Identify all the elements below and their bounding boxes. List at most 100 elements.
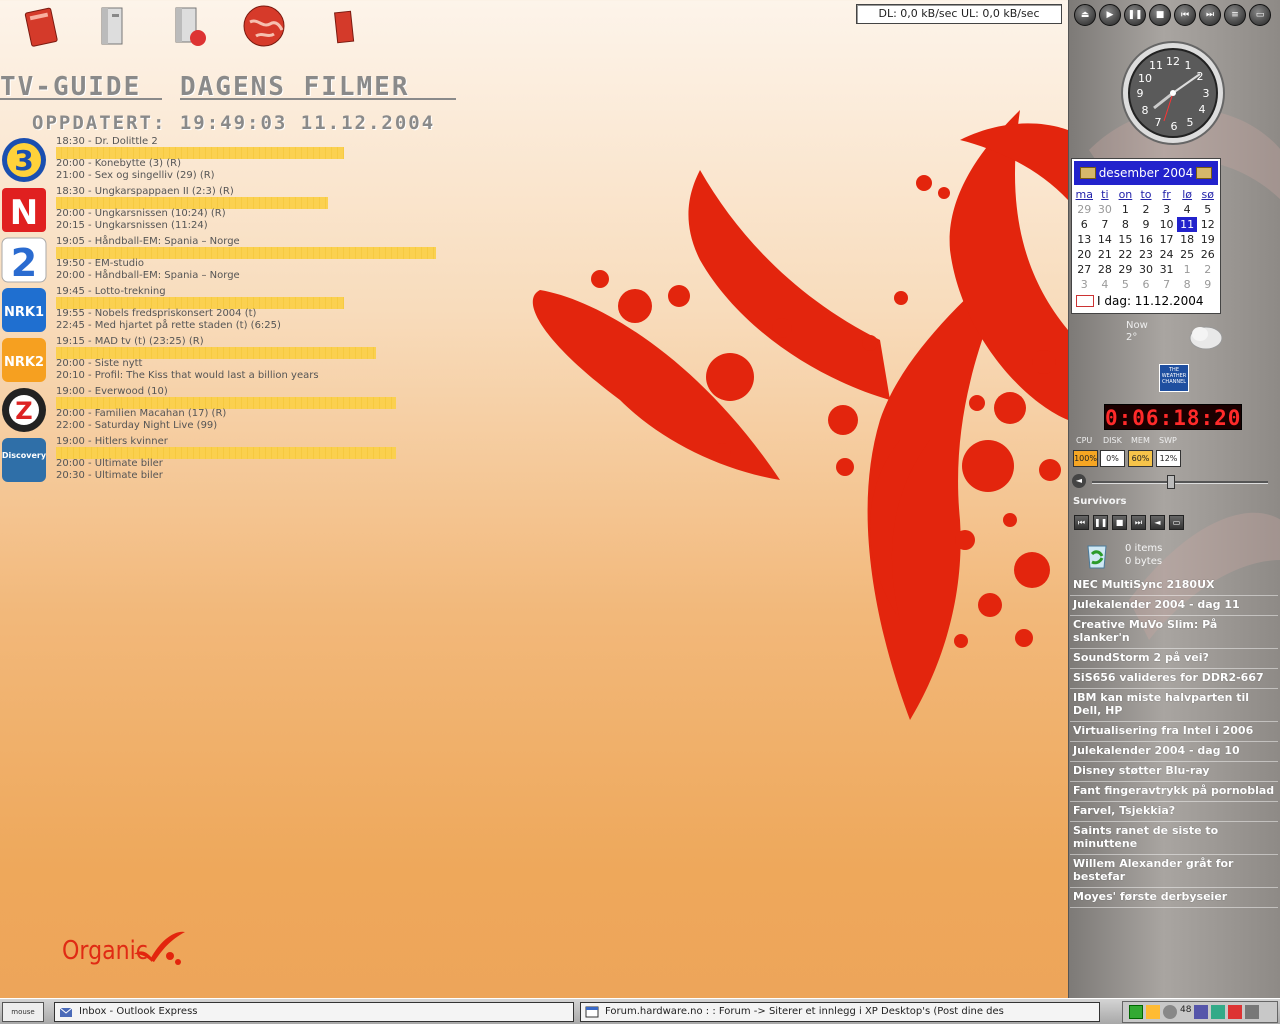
calendar-day[interactable]: 3	[1156, 202, 1177, 217]
speaker-icon[interactable]: ◄	[1072, 474, 1086, 488]
stop-icon[interactable]: ■	[1149, 4, 1171, 26]
calendar-day[interactable]: 29	[1115, 262, 1136, 277]
news-link[interactable]: Farvel, Tsjekkia?	[1070, 802, 1278, 822]
calendar-day[interactable]: 24	[1156, 247, 1177, 262]
volume-track[interactable]	[1092, 481, 1268, 484]
news-link[interactable]: Julekalender 2004 - dag 10	[1070, 742, 1278, 762]
tray-network-icon[interactable]	[1129, 1005, 1143, 1019]
news-link[interactable]: IBM kan miste halvparten til Dell, HP	[1070, 689, 1278, 722]
calendar-day[interactable]: 17	[1156, 232, 1177, 247]
mini-window-icon[interactable]: ▭	[1169, 515, 1184, 530]
calendar-day[interactable]: 9	[1136, 217, 1157, 232]
tvnorge-logo-icon[interactable]: N	[0, 186, 48, 234]
red-book-small-icon[interactable]	[326, 4, 370, 48]
calendar-day[interactable]: 25	[1177, 247, 1198, 262]
tray-antivirus-icon[interactable]	[1163, 1005, 1177, 1019]
calendar-day[interactable]: 1	[1177, 262, 1198, 277]
calendar-day[interactable]: 21	[1095, 247, 1116, 262]
calendar-day[interactable]: 19	[1197, 232, 1218, 247]
calendar-day[interactable]: 7	[1095, 217, 1116, 232]
calendar-day[interactable]: 23	[1136, 247, 1157, 262]
news-link[interactable]: Moyes' første derbyseier	[1070, 888, 1278, 908]
minimize-icon[interactable]: ▭	[1249, 4, 1271, 26]
news-link[interactable]: Saints ranet de siste to minuttene	[1070, 822, 1278, 855]
globe-icon[interactable]	[242, 4, 286, 48]
calendar-day[interactable]: 30	[1136, 262, 1157, 277]
news-link[interactable]: Virtualisering fra Intel i 2006	[1070, 722, 1278, 742]
calendar-day[interactable]: 16	[1136, 232, 1157, 247]
tray-number[interactable]: 48	[1180, 1005, 1191, 1019]
calendar-day[interactable]: 18	[1177, 232, 1198, 247]
nrk2-logo-icon[interactable]: NRK2	[0, 336, 48, 384]
nrk1-logo-icon[interactable]: NRK1	[0, 286, 48, 334]
calendar-day-today[interactable]: 11	[1176, 217, 1198, 232]
computer-tower-icon[interactable]	[90, 4, 134, 48]
calendar-day[interactable]: 31	[1156, 262, 1177, 277]
tv2-logo-icon[interactable]: 2	[0, 236, 48, 285]
taskbar-item-browser[interactable]: Forum.hardware.no : : Forum -> Siterer e…	[580, 1002, 1100, 1022]
calendar-day[interactable]: 4	[1177, 202, 1198, 217]
play-icon[interactable]: ▶	[1099, 4, 1121, 26]
calendar-day[interactable]: 3	[1074, 277, 1095, 292]
calendar-day[interactable]: 27	[1074, 262, 1095, 277]
mini-stop-icon[interactable]: ■	[1112, 515, 1127, 530]
calendar-day[interactable]: 7	[1156, 277, 1177, 292]
mini-next-icon[interactable]: ⏭	[1131, 515, 1146, 530]
news-link[interactable]: SiS656 valideres for DDR2-667	[1070, 669, 1278, 689]
recycle-bin-icon[interactable]	[1082, 538, 1112, 570]
calendar-day[interactable]: 5	[1115, 277, 1136, 292]
calendar-day[interactable]: 6	[1074, 217, 1095, 232]
news-link[interactable]: Fant fingeravtrykk på pornoblad	[1070, 782, 1278, 802]
calendar-day[interactable]: 9	[1197, 277, 1218, 292]
mini-volume-icon[interactable]: ◄	[1150, 515, 1165, 530]
tv3-logo-icon[interactable]: 3	[0, 136, 48, 184]
calendar-day[interactable]: 26	[1197, 247, 1218, 262]
calendar-day[interactable]: 30	[1095, 202, 1116, 217]
news-link[interactable]: Julekalender 2004 - dag 11	[1070, 596, 1278, 616]
start-button[interactable]: mouse	[2, 1002, 44, 1022]
zebra-logo-icon[interactable]: Z	[0, 386, 48, 434]
prev-month-button[interactable]	[1080, 167, 1096, 179]
volume-slider[interactable]: ◄	[1072, 474, 1268, 490]
mini-pause-icon[interactable]: ❚❚	[1093, 515, 1108, 530]
discovery-logo-icon[interactable]: Discovery	[0, 436, 48, 484]
pause-icon[interactable]: ❚❚	[1124, 4, 1146, 26]
calendar-today-row[interactable]: I dag: 11.12.2004	[1072, 292, 1220, 310]
playlist-icon[interactable]: ≡	[1224, 4, 1246, 26]
tray-sync-icon[interactable]	[1211, 1005, 1226, 1019]
calendar-day[interactable]: 1	[1115, 202, 1136, 217]
calendar-day[interactable]: 22	[1115, 247, 1136, 262]
calendar-day[interactable]: 29	[1074, 202, 1095, 217]
calendar-day[interactable]: 4	[1095, 277, 1116, 292]
taskbar-item-outlook[interactable]: Inbox - Outlook Express	[54, 1002, 574, 1022]
next-month-button[interactable]	[1196, 167, 1212, 179]
calendar-day[interactable]: 5	[1197, 202, 1218, 217]
next-icon[interactable]: ⏭	[1199, 4, 1221, 26]
calendar-day[interactable]: 13	[1074, 232, 1095, 247]
calendar-day[interactable]: 28	[1095, 262, 1116, 277]
red-book-icon[interactable]	[20, 4, 64, 48]
tray-volume-icon[interactable]	[1245, 1005, 1260, 1019]
calendar-day[interactable]: 12	[1197, 217, 1218, 232]
previous-icon[interactable]: ⏮	[1174, 4, 1196, 26]
calendar-day[interactable]: 2	[1197, 262, 1218, 277]
calendar-day[interactable]: 2	[1136, 202, 1157, 217]
volume-knob[interactable]	[1167, 475, 1175, 489]
calendar-day[interactable]: 10	[1156, 217, 1177, 232]
tray-tool-icon[interactable]	[1146, 1005, 1160, 1019]
calendar-day[interactable]: 14	[1095, 232, 1116, 247]
news-link[interactable]: Creative MuVo Slim: På slanker'n	[1070, 616, 1278, 649]
mini-prev-icon[interactable]: ⏮	[1074, 515, 1089, 530]
news-link[interactable]: SoundStorm 2 på vei?	[1070, 649, 1278, 669]
calendar-day[interactable]: 20	[1074, 247, 1095, 262]
calendar-day[interactable]: 8	[1115, 217, 1136, 232]
open-icon[interactable]: ⏏	[1074, 4, 1096, 26]
calendar-day[interactable]: 6	[1136, 277, 1157, 292]
weather-channel-logo[interactable]: THE WEATHER CHANNEL	[1159, 364, 1189, 392]
tray-security-icon[interactable]	[1194, 1005, 1209, 1019]
news-link[interactable]: NEC MultiSync 2180UX	[1070, 576, 1278, 596]
news-link[interactable]: Disney støtter Blu-ray	[1070, 762, 1278, 782]
calendar-day[interactable]: 8	[1177, 277, 1198, 292]
calendar-day[interactable]: 15	[1115, 232, 1136, 247]
news-link[interactable]: Willem Alexander gråt for bestefar	[1070, 855, 1278, 888]
